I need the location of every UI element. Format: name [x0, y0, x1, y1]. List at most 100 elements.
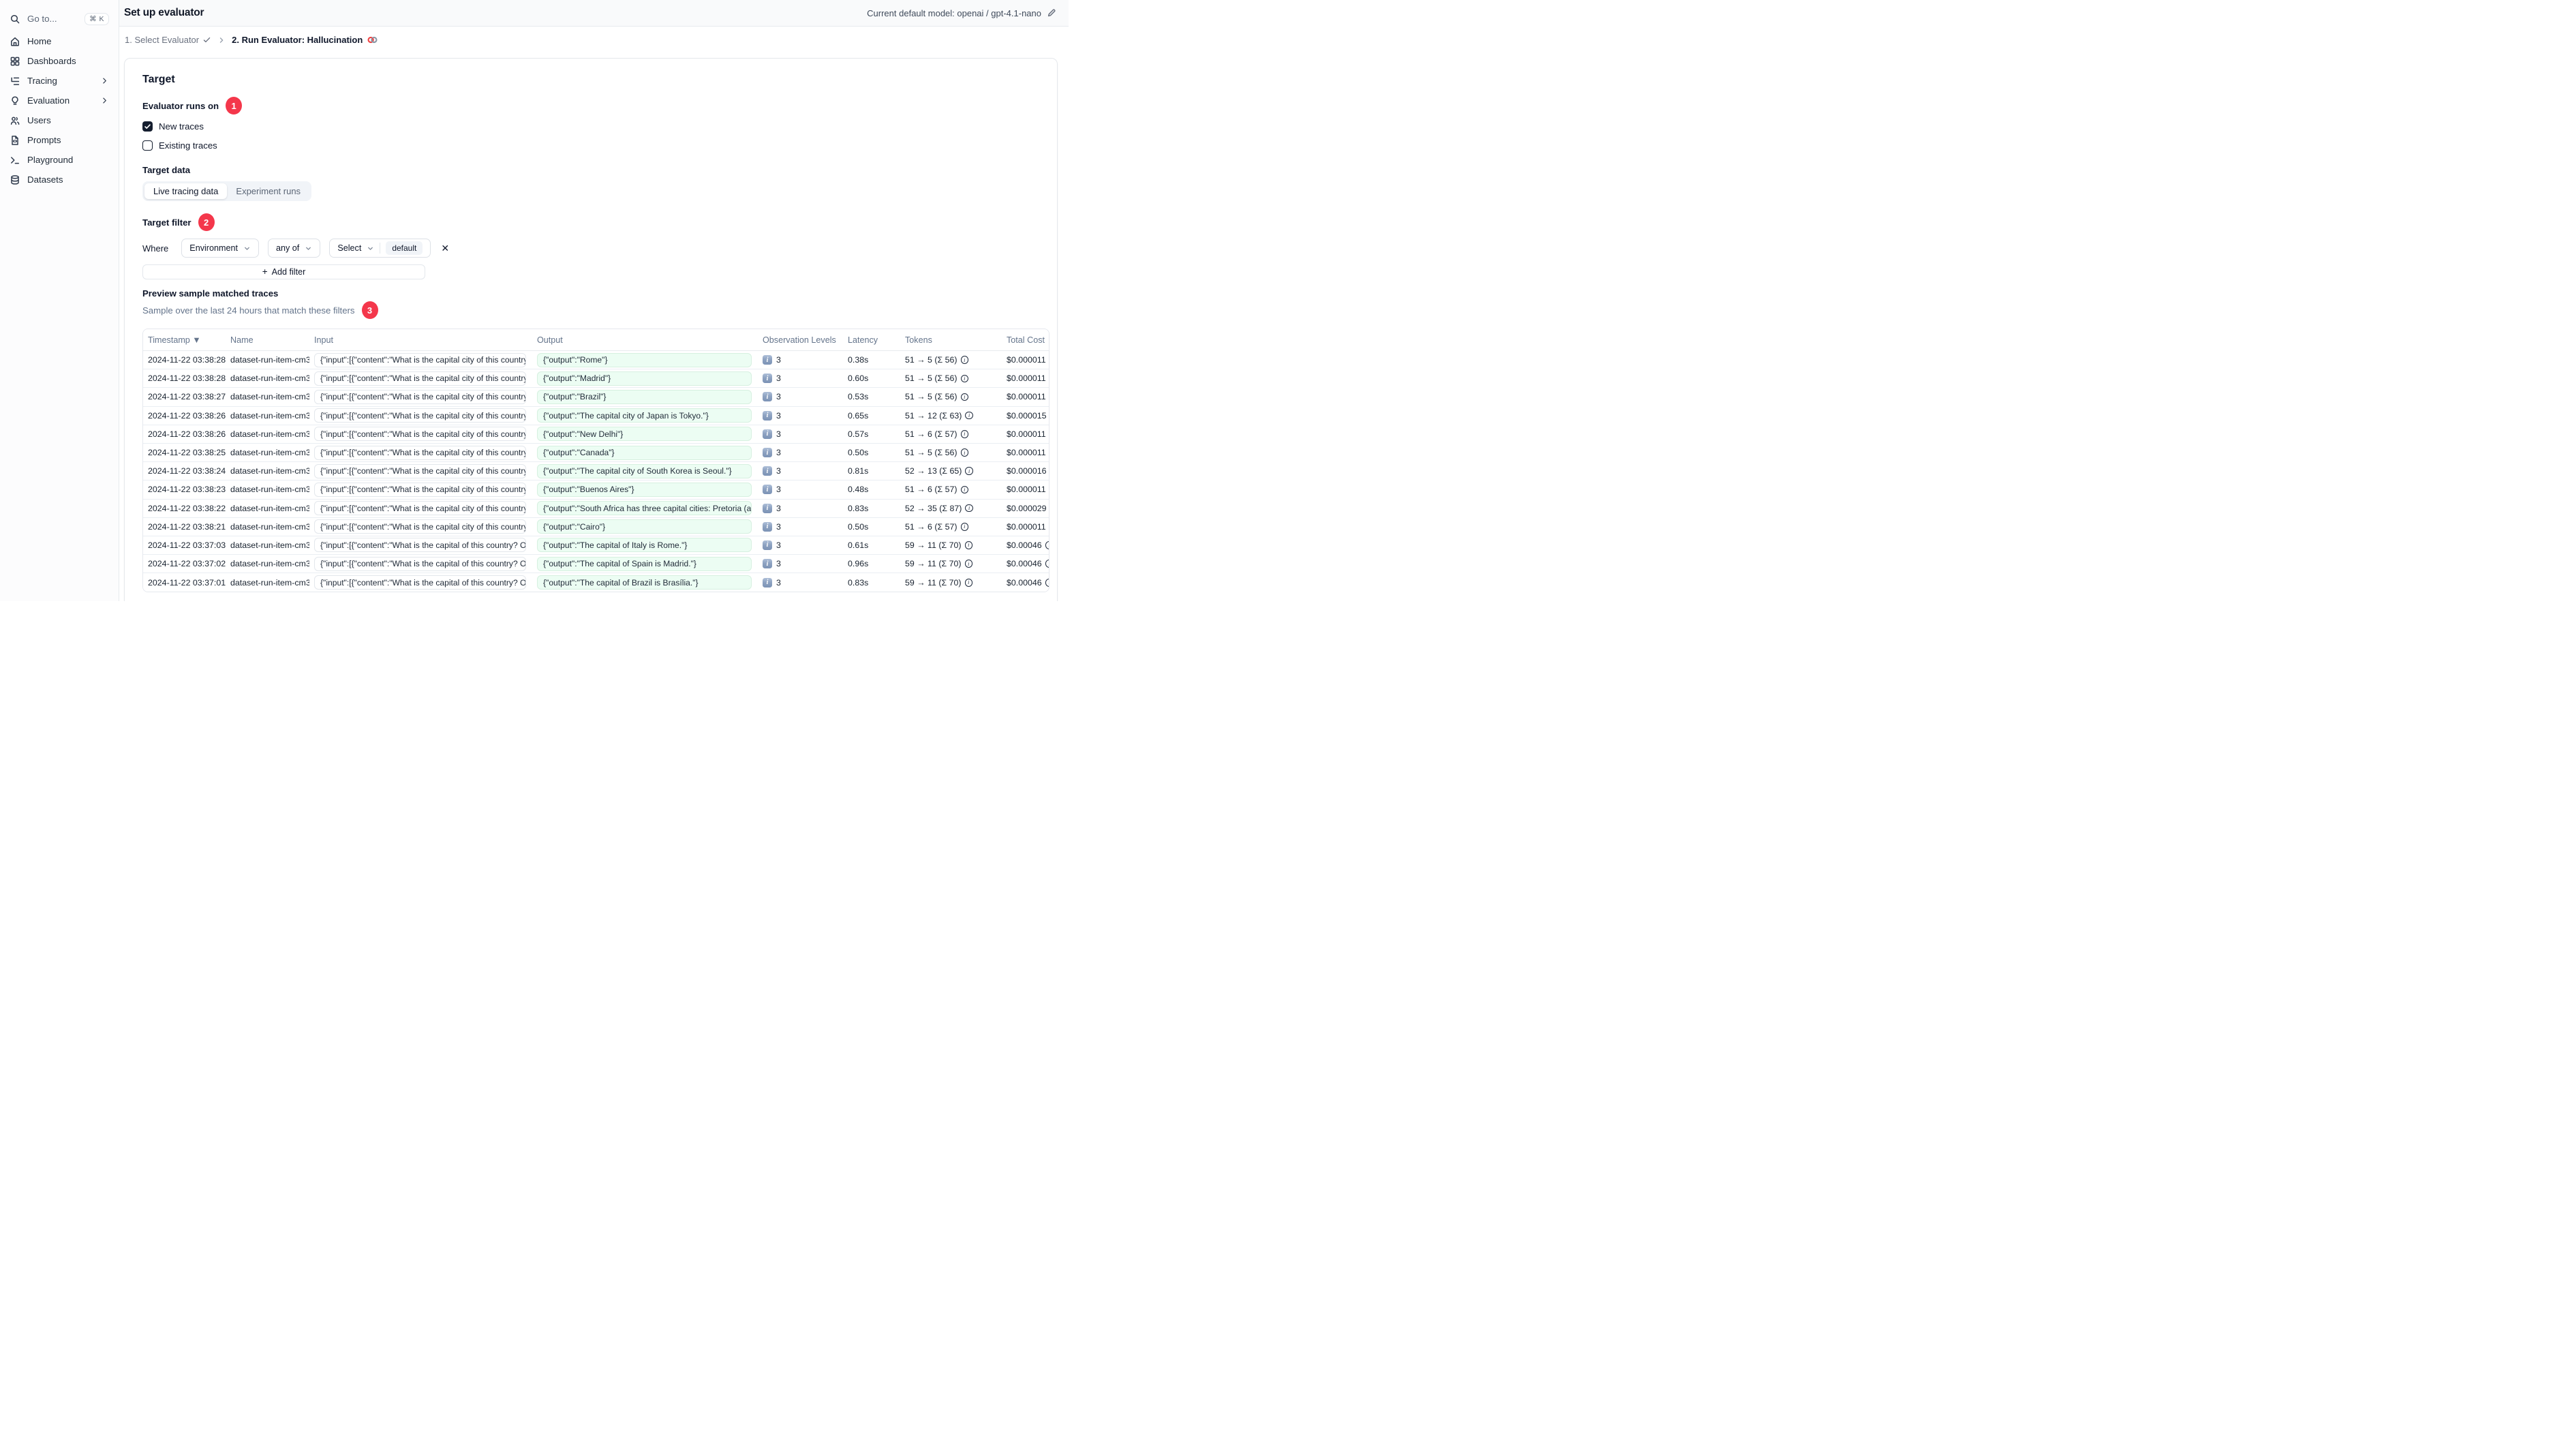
input-cell: {"input":[{"content":"What is the capita…: [309, 538, 532, 553]
filter-builder-row: Where Environment any of Select default: [142, 239, 1048, 258]
tab-live-tracing-data[interactable]: Live tracing data: [144, 183, 228, 199]
sidebar-item-evaluation[interactable]: Evaluation: [0, 91, 119, 110]
output-json: {"output":"The capital of Brazil is Bras…: [537, 575, 752, 590]
input-cell: {"input":[{"content":"What is the capita…: [309, 389, 532, 404]
filter-column-select[interactable]: Environment: [181, 239, 259, 258]
info-circle-icon: [964, 541, 972, 549]
checkbox-checked-icon[interactable]: [142, 121, 153, 132]
info-circle-icon: [960, 374, 969, 383]
table-row[interactable]: 2024-11-22 03:38:21 dataset-run-item-cm3…: [143, 517, 1049, 536]
table-row[interactable]: 2024-11-22 03:37:01 dataset-run-item-cm3…: [143, 573, 1049, 592]
info-circle-icon: [960, 356, 969, 364]
latency-cell: 0.50s: [848, 521, 869, 532]
sidebar-item-prompts[interactable]: Prompts: [0, 130, 119, 150]
total-cost-cell: $0.000011: [1002, 485, 1049, 494]
info-square-icon: [763, 392, 772, 402]
sidebar-item-users[interactable]: Users: [0, 110, 119, 130]
table-row[interactable]: 2024-11-22 03:38:28 dataset-run-item-cm3…: [143, 351, 1049, 370]
latency-cell: 0.83s: [848, 577, 869, 588]
sidebar-item-playground[interactable]: Playground: [0, 150, 119, 170]
output-cell: {"output":"Madrid"}: [532, 371, 758, 386]
info-circle-icon: [965, 504, 973, 513]
info-circle-icon: [965, 411, 973, 420]
target-filter-label: Target filter: [142, 217, 191, 228]
sidebar-item-dashboards[interactable]: Dashboards: [0, 51, 119, 71]
dashboards-icon: [10, 57, 20, 65]
info-square-icon: [763, 577, 772, 588]
checkbox-unchecked-icon[interactable]: [142, 140, 153, 151]
name-cell: dataset-run-item-cm3s4: [230, 485, 309, 495]
table-header-cell[interactable]: Timestamp ▼: [143, 335, 226, 345]
default-model-setting[interactable]: Current default model: openai / gpt-4.1-…: [867, 8, 1056, 18]
checkbox-new-traces[interactable]: New traces: [142, 119, 1048, 134]
timestamp-cell: 2024-11-22 03:38:22: [148, 503, 226, 513]
info-square-icon: [763, 410, 772, 421]
default-model-label: Current default model: openai / gpt-4.1-…: [867, 7, 1041, 18]
filter-operator-select[interactable]: any of: [268, 239, 321, 258]
tokens-cell: 51 → 6 (Σ 57): [900, 522, 1002, 532]
name-cell: dataset-run-item-cm3s4: [230, 355, 309, 365]
info-circle-icon: [1045, 579, 1049, 587]
name-cell: dataset-run-item-cm3s4: [230, 559, 309, 569]
table-row[interactable]: 2024-11-22 03:38:28 dataset-run-item-cm3…: [143, 369, 1049, 388]
sidebar-item-home[interactable]: Home: [0, 31, 119, 51]
output-cell: {"output":"The capital city of South Kor…: [532, 463, 758, 478]
table-row[interactable]: 2024-11-22 03:38:24 dataset-run-item-cm3…: [143, 462, 1049, 481]
table-header-cell[interactable]: Name: [226, 335, 309, 345]
tokens-cell: 51 → 5 (Σ 56): [900, 355, 1002, 365]
add-filter-button[interactable]: + Add filter: [142, 264, 425, 279]
table-row[interactable]: 2024-11-22 03:38:26 dataset-run-item-cm3…: [143, 425, 1049, 444]
table-header-cell[interactable]: Tokens: [900, 335, 1002, 345]
output-json: {"output":"Cairo"}: [537, 519, 752, 534]
table-row[interactable]: 2024-11-22 03:38:27 dataset-run-item-cm3…: [143, 388, 1049, 407]
total-cost-cell: $0.000011: [1002, 429, 1049, 439]
observation-levels-cell: 3: [758, 521, 843, 532]
table-header-cell[interactable]: Observation Levels: [758, 335, 843, 345]
breadcrumb: 1. Select Evaluator 2. Run Evaluator: Ha…: [119, 27, 1069, 53]
remove-filter-button[interactable]: ✕: [441, 243, 449, 254]
latency-cell: 0.96s: [848, 559, 869, 569]
table-row[interactable]: 2024-11-22 03:38:26 dataset-run-item-cm3…: [143, 406, 1049, 425]
output-cell: {"output":"South Africa has three capita…: [532, 501, 758, 516]
total-cost-cell: $0.000011: [1002, 522, 1049, 532]
table-row[interactable]: 2024-11-22 03:37:02 dataset-run-item-cm3…: [143, 555, 1049, 574]
observation-levels-cell: 3: [758, 540, 843, 550]
tokens-cell: 59 → 11 (Σ 70): [900, 559, 1002, 568]
info-square-icon: [763, 355, 772, 365]
table-header-cell[interactable]: Latency: [843, 335, 900, 345]
table-row[interactable]: 2024-11-22 03:37:03 dataset-run-item-cm3…: [143, 536, 1049, 555]
goto-search[interactable]: Go to... ⌘ K: [0, 9, 119, 29]
filter-where-label: Where: [142, 243, 169, 254]
sidebar-item-tracing[interactable]: Tracing: [0, 71, 119, 91]
target-section-title: Target: [142, 74, 175, 85]
name-cell: dataset-run-item-cm3s4: [230, 373, 309, 384]
checkbox-existing-traces[interactable]: Existing traces: [142, 138, 1048, 153]
latency-cell: 0.48s: [848, 485, 869, 495]
table-header-cell[interactable]: Total Cost: [1002, 335, 1049, 345]
check-icon: [144, 124, 151, 129]
output-json: {"output":"Rome"}: [537, 352, 752, 367]
output-cell: {"output":"Rome"}: [532, 352, 758, 367]
observation-levels-cell: 3: [758, 373, 843, 384]
output-cell: {"output":"Buenos Aires"}: [532, 482, 758, 497]
info-square-icon: [763, 448, 772, 458]
observation-levels-cell: 3: [758, 485, 843, 495]
input-cell: {"input":[{"content":"What is the capita…: [309, 427, 532, 442]
sidebar-item-datasets[interactable]: Datasets: [0, 170, 119, 189]
chevron-right-icon: [103, 78, 106, 84]
tab-experiment-runs[interactable]: Experiment runs: [227, 183, 309, 199]
page-content: Target Evaluator runs on 1 New traces Ex…: [119, 53, 1069, 601]
table-header-cell[interactable]: Output: [532, 335, 758, 345]
input-json: {"input":[{"content":"What is the capita…: [314, 501, 526, 516]
table-row[interactable]: 2024-11-22 03:38:25 dataset-run-item-cm3…: [143, 443, 1049, 463]
filter-value-select[interactable]: Select default: [329, 239, 431, 258]
sidebar-item-label: Datasets: [27, 174, 63, 185]
table-row[interactable]: 2024-11-22 03:38:22 dataset-run-item-cm3…: [143, 499, 1049, 518]
latency-cell: 0.57s: [848, 429, 869, 439]
preview-title: Preview sample matched traces: [142, 288, 279, 299]
breadcrumb-step-1[interactable]: 1. Select Evaluator: [125, 35, 211, 45]
input-cell: {"input":[{"content":"What is the capita…: [309, 501, 532, 516]
timestamp-cell: 2024-11-22 03:38:26: [148, 429, 226, 439]
table-header-cell[interactable]: Input: [309, 335, 532, 345]
table-row[interactable]: 2024-11-22 03:38:23 dataset-run-item-cm3…: [143, 481, 1049, 500]
